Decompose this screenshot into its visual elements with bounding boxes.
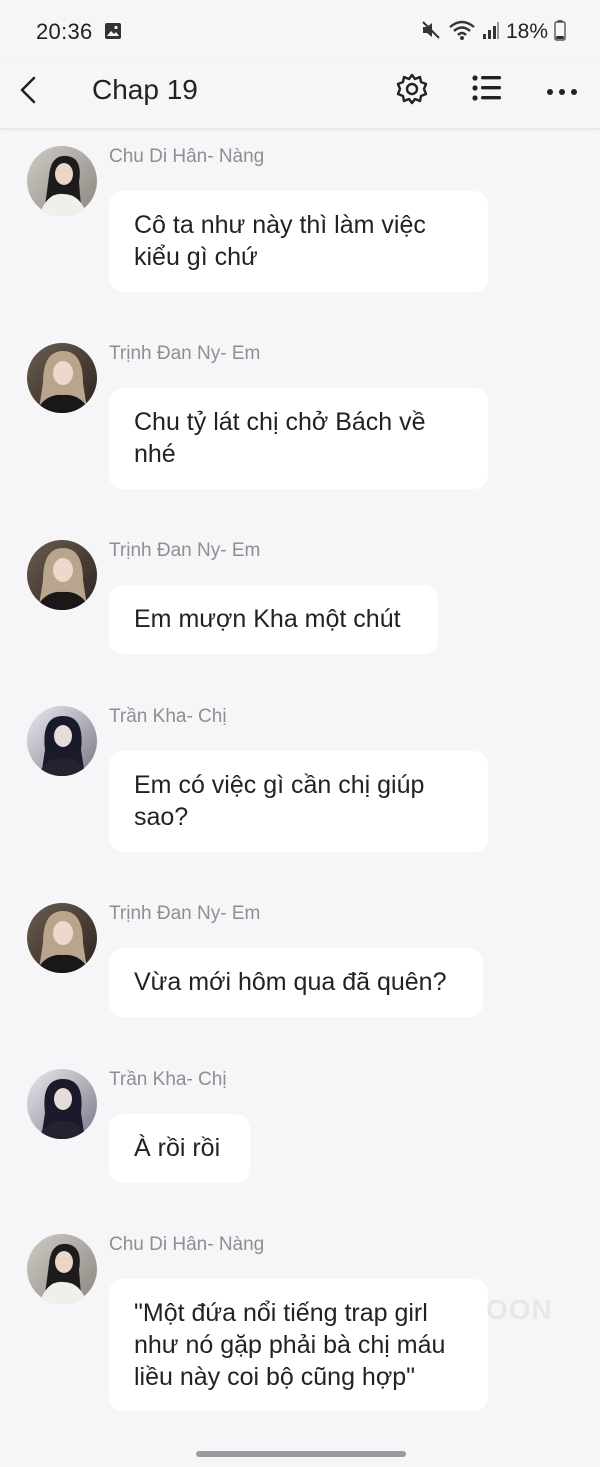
- gear-icon[interactable]: [395, 72, 429, 111]
- battery-icon: [554, 19, 566, 46]
- back-icon[interactable]: [14, 74, 42, 108]
- sender-name: Trịnh Đan Ny- Em: [109, 540, 261, 561]
- watermark: OON: [486, 1294, 553, 1325]
- message-item: Trịnh Đan Ny- Em Vừa mới hôm qua đã quên…: [0, 903, 600, 1023]
- battery-percent: 18%: [505, 20, 548, 43]
- avatar[interactable]: [27, 1069, 97, 1139]
- page-title: Chap 19: [92, 74, 198, 105]
- sender-name: Trịnh Đan Ny- Em: [109, 343, 261, 364]
- sender-name: Chu Di Hân- Nàng: [109, 146, 265, 167]
- message-bubble: Em mượn Kha một chút: [109, 585, 438, 654]
- message-item: Chu Di Hân- Nàng Cô ta như này thì làm v…: [0, 146, 600, 296]
- wifi-icon: [448, 19, 476, 46]
- avatar[interactable]: [27, 540, 97, 610]
- home-indicator[interactable]: [196, 1451, 406, 1457]
- status-bar: 20:36 18%: [0, 0, 600, 62]
- message-item: Trần Kha- Chị À rồi rồi: [0, 1069, 600, 1189]
- status-icons: 18%: [420, 19, 566, 45]
- gallery-icon: [104, 22, 122, 45]
- message-item: Trịnh Đan Ny- Em Chu tỷ lát chị chở Bách…: [0, 343, 600, 493]
- avatar[interactable]: [27, 903, 97, 973]
- message-bubble: Chu tỷ lát chị chở Bách về nhé: [109, 388, 488, 489]
- sender-name: Trần Kha- Chị: [109, 1069, 227, 1090]
- signal-icon: [482, 20, 500, 45]
- sender-name: Trần Kha- Chị: [109, 706, 227, 727]
- mute-icon: [420, 19, 442, 46]
- avatar[interactable]: [27, 1234, 97, 1304]
- sender-name: Chu Di Hân- Nàng: [109, 1234, 265, 1255]
- message-item: Trịnh Đan Ny- Em Em mượn Kha một chút: [0, 540, 600, 660]
- message-item: Trần Kha- Chị Em có việc gì cần chị giúp…: [0, 706, 600, 856]
- message-bubble: À rồi rồi: [109, 1114, 250, 1183]
- message-bubble: Vừa mới hôm qua đã quên?: [109, 948, 483, 1017]
- avatar[interactable]: [27, 343, 97, 413]
- avatar[interactable]: [27, 146, 97, 216]
- app-bar: Chap 19: [0, 62, 600, 129]
- message-bubble: Em có việc gì cần chị giúp sao?: [109, 751, 488, 852]
- list-icon[interactable]: [472, 74, 502, 107]
- more-icon[interactable]: [546, 84, 578, 102]
- avatar[interactable]: [27, 706, 97, 776]
- sender-name: Trịnh Đan Ny- Em: [109, 903, 261, 924]
- message-bubble: "Một đứa nổi tiếng trap girl như nó gặp …: [109, 1279, 488, 1411]
- message-bubble: Cô ta như này thì làm việc kiểu gì chứ: [109, 191, 488, 292]
- status-time: 20:36: [36, 19, 93, 44]
